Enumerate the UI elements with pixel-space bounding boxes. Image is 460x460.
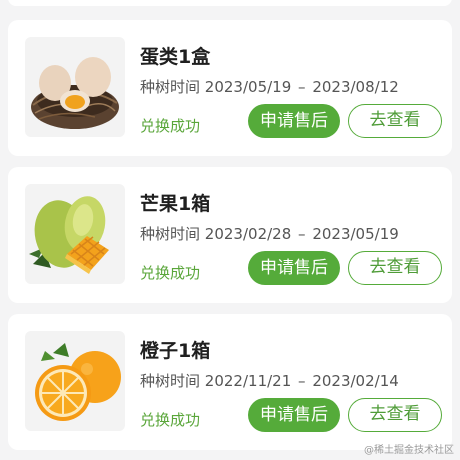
mango-image xyxy=(25,184,125,284)
period-start: 2022/11/21 xyxy=(204,372,292,390)
planting-period: 种树时间 2023/02/28 – 2023/05/19 xyxy=(140,223,399,244)
item-name: 蛋类1盒 xyxy=(140,46,211,68)
orange-image xyxy=(25,331,125,431)
order-card[interactable]: 蛋类1盒 种树时间 2023/05/19 – 2023/08/12 兑换成功 申… xyxy=(8,20,452,156)
period-end: 2023/05/19 xyxy=(312,225,399,243)
period-label: 种树时间 xyxy=(140,372,201,390)
after-sale-button[interactable]: 申请售后 xyxy=(248,398,340,432)
view-button[interactable]: 去查看 xyxy=(348,104,442,138)
view-button[interactable]: 去查看 xyxy=(348,398,442,432)
planting-period: 种树时间 2023/05/19 – 2023/08/12 xyxy=(140,76,399,97)
period-separator: – xyxy=(298,225,306,243)
after-sale-button[interactable]: 申请售后 xyxy=(248,251,340,285)
eggs-in-nest-image xyxy=(25,37,125,137)
period-label: 种树时间 xyxy=(140,225,201,243)
planting-period: 种树时间 2022/11/21 – 2023/02/14 xyxy=(140,370,399,391)
period-end: 2023/08/12 xyxy=(312,78,399,96)
after-sale-button[interactable]: 申请售后 xyxy=(248,104,340,138)
item-name: 芒果1箱 xyxy=(140,193,211,215)
period-separator: – xyxy=(298,372,306,390)
watermark: @稀土掘金技术社区 xyxy=(364,445,454,456)
status-text: 兑换成功 xyxy=(140,117,201,135)
order-card[interactable]: 芒果1箱 种树时间 2023/02/28 – 2023/05/19 兑换成功 申… xyxy=(8,167,452,303)
status-text: 兑换成功 xyxy=(140,264,201,282)
period-start: 2023/02/28 xyxy=(204,225,292,243)
view-button[interactable]: 去查看 xyxy=(348,251,442,285)
status-text: 兑换成功 xyxy=(140,411,201,429)
period-end: 2023/02/14 xyxy=(312,372,399,390)
order-card[interactable]: 橙子1箱 种树时间 2022/11/21 – 2023/02/14 兑换成功 申… xyxy=(8,314,452,450)
period-label: 种树时间 xyxy=(140,78,201,96)
period-start: 2023/05/19 xyxy=(204,78,292,96)
previous-card-edge xyxy=(8,0,452,6)
period-separator: – xyxy=(298,78,306,96)
item-name: 橙子1箱 xyxy=(140,340,211,362)
